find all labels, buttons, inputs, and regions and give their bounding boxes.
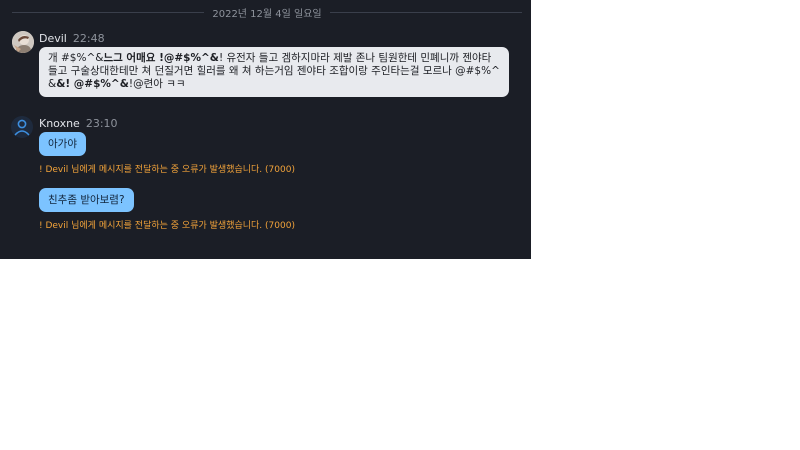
delivery-error-text: ! Devil 님에게 메시지를 전달하는 중 오류가 발생했습니다. (700… — [39, 221, 295, 231]
message-text: 개 #$%^& — [48, 52, 104, 64]
devil-sender-line: Devil 22:48 — [39, 32, 105, 46]
devil-avatar[interactable] — [12, 31, 34, 53]
incoming-message-bubble[interactable]: 개 #$%^&느그 어매요 !@#$%^&! 유전자 들고 겜하지마라 제발 존… — [39, 47, 509, 97]
user-photo-avatar-icon — [12, 31, 34, 53]
sender-name[interactable]: Knoxne — [39, 117, 80, 130]
divider-line-left — [12, 11, 205, 13]
message-time: 22:48 — [72, 32, 105, 45]
delivery-error-text: ! Devil 님에게 메시지를 전달하는 중 오류가 발생했습니다. (700… — [39, 165, 295, 175]
default-user-icon — [11, 116, 33, 138]
message-text: !@련아 ㅋㅋ — [128, 78, 186, 90]
divider-line-right — [329, 11, 522, 13]
date-divider: 2022년 12월 4일 일요일 — [12, 4, 522, 20]
message-time: 23:10 — [85, 117, 118, 130]
message-text-bold: 느그 어매요 !@#$%^& — [103, 52, 219, 64]
outgoing-message-bubble[interactable]: 아가야 — [39, 132, 86, 156]
outgoing-message-bubble[interactable]: 친추좀 받아보렴? — [39, 188, 134, 212]
knoxne-sender-line: Knoxne 23:10 — [39, 117, 118, 131]
knoxne-avatar[interactable] — [11, 116, 33, 138]
sender-name[interactable]: Devil — [39, 32, 67, 45]
chat-panel: 2022년 12월 4일 일요일 Devil 22:48 개 #$%^&느그 어매… — [0, 0, 531, 259]
date-label: 2022년 12월 4일 일요일 — [212, 8, 322, 20]
message-text-bold: &! @#$%^& — [56, 78, 129, 90]
